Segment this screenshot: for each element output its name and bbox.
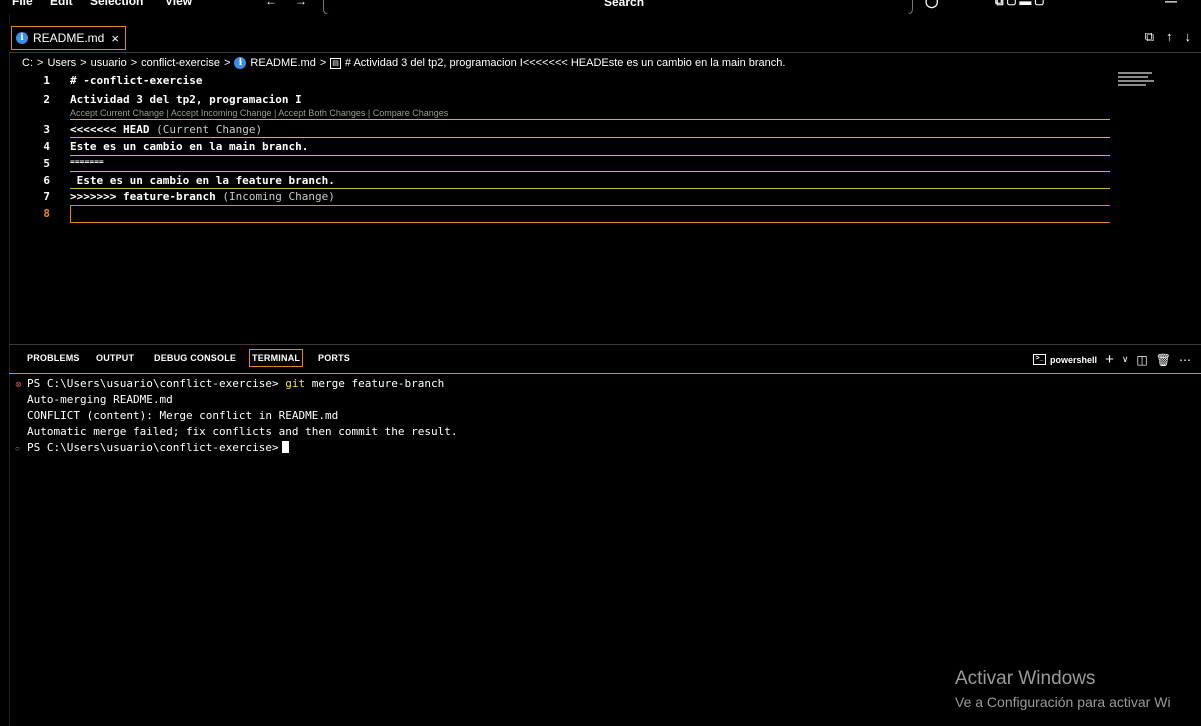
tab-terminal[interactable]: TERMINAL xyxy=(249,349,304,367)
conflict-label: (Incoming Change) xyxy=(215,190,335,203)
conflict-highlight xyxy=(70,119,1110,120)
watermark-subtitle: Ve a Configuración para activar Wi xyxy=(955,694,1171,710)
breadcrumb-folder[interactable]: conflict-exercise xyxy=(141,57,220,69)
terminal-selector[interactable]: >_ powershell xyxy=(1033,354,1097,365)
conflict-codelens[interactable]: Accept Current Change | Accept Incoming … xyxy=(70,108,448,118)
breadcrumb-users[interactable]: Users xyxy=(47,57,76,69)
editor-actions: ⧉ ↑ ↓ xyxy=(1145,29,1191,45)
current-line-border xyxy=(70,206,71,222)
terminal-cursor xyxy=(281,441,289,453)
line-number: 2 xyxy=(43,93,50,106)
code-line[interactable]: Este es un cambio en la feature branch. xyxy=(70,174,335,187)
breadcrumb-symbol[interactable]: # Actividad 3 del tp2, programacion I<<<… xyxy=(345,57,786,69)
layout-icon[interactable]: ⧉ ▢ ▬ ▢ xyxy=(995,0,1044,9)
terminal-line: PS C:\Users\usuario\conflict-exercise> g… xyxy=(27,377,444,390)
terminal-line: CONFLICT (content): Merge conflict in RE… xyxy=(27,409,339,422)
conflict-highlight xyxy=(70,137,1110,138)
line-number: 6 xyxy=(43,174,50,187)
symbol-icon: ▤ xyxy=(330,57,341,69)
code-line[interactable]: Este es un cambio en la main branch. xyxy=(70,140,308,153)
line-number: 4 xyxy=(43,140,50,153)
breadcrumb-drive[interactable]: C: xyxy=(22,57,33,69)
conflict-label: (Current Change) xyxy=(149,123,263,136)
menu-selection[interactable]: Selection xyxy=(90,0,143,8)
terminal-line: Automatic merge failed; fix conflicts an… xyxy=(27,425,458,438)
panel-actions: >_ powershell + ∨ ◫ 🗑 ⋯ xyxy=(1033,351,1191,368)
line-number: 5 xyxy=(43,157,50,170)
code-line[interactable]: Actividad 3 del tp2, programacion I xyxy=(70,93,302,106)
conflict-marker: <<<<<<< HEAD xyxy=(70,123,150,136)
terminal-line: PS C:\Users\usuario\conflict-exercise> xyxy=(27,441,289,454)
info-icon: i xyxy=(234,57,247,69)
minimize-icon[interactable]: — xyxy=(1165,0,1177,8)
code-line[interactable]: >>>>>>> feature-branch (Incoming Change) xyxy=(70,190,335,203)
breadcrumb: C: > Users > usuario > conflict-exercise… xyxy=(22,57,785,69)
menu-bar: File Edit Selection View ← → Search ◯ ⧉ … xyxy=(0,0,1201,14)
nav-back-icon[interactable]: ← xyxy=(265,0,277,8)
tab-output[interactable]: OUTPUT xyxy=(96,353,134,363)
chevron-right-icon: > xyxy=(130,57,138,69)
terminal-prompt: PS C:\Users\usuario\conflict-exercise> xyxy=(27,441,279,454)
copilot-icon[interactable]: ◯ xyxy=(925,0,938,8)
conflict-marker: >>>>>>> feature-branch xyxy=(70,190,216,203)
menu-edit[interactable]: Edit xyxy=(50,0,73,8)
conflict-highlight xyxy=(70,188,1110,189)
tab-label: README.md xyxy=(33,31,105,45)
chevron-down-icon[interactable]: ∨ xyxy=(1122,354,1129,365)
chevron-right-icon: > xyxy=(37,57,44,69)
line-number: 1 xyxy=(43,74,50,87)
terminal-icon: >_ xyxy=(1033,354,1047,365)
breadcrumb-usuario[interactable]: usuario xyxy=(91,57,127,69)
menu-view[interactable]: View xyxy=(165,0,192,8)
search-label: Search xyxy=(604,0,645,9)
windows-activation-watermark: Activar Windows Ve a Configuración para … xyxy=(955,668,1171,710)
add-terminal-icon[interactable]: + xyxy=(1105,351,1114,368)
command-search-box[interactable]: Search xyxy=(323,0,913,14)
split-terminal-icon[interactable]: ◫ xyxy=(1136,353,1147,367)
conflict-highlight xyxy=(70,171,1110,172)
chevron-right-icon: > xyxy=(223,57,231,69)
chevron-right-icon: > xyxy=(80,57,87,69)
open-changes-icon[interactable]: ⧉ xyxy=(1145,29,1154,45)
panel-header: PROBLEMS OUTPUT DEBUG CONSOLE TERMINAL P… xyxy=(9,345,1201,373)
code-line[interactable]: # -conflict-exercise xyxy=(70,74,202,87)
info-icon: i xyxy=(16,32,28,44)
watermark-title: Activar Windows xyxy=(955,668,1096,689)
breadcrumb-file[interactable]: README.md xyxy=(250,57,315,69)
tab-ports[interactable]: PORTS xyxy=(318,353,350,363)
menu-file[interactable]: File xyxy=(12,0,33,8)
tab-debug-console[interactable]: DEBUG CONSOLE xyxy=(154,353,236,363)
tab-problems[interactable]: PROBLEMS xyxy=(27,353,80,363)
error-circle-icon: ⊗ xyxy=(15,380,22,389)
nav-forward-icon[interactable]: → xyxy=(295,0,307,8)
code-line[interactable]: ======= xyxy=(70,157,104,166)
editor-tabs: i README.md × ⧉ ↑ ↓ xyxy=(9,24,1201,53)
arrow-down-icon[interactable]: ↓ xyxy=(1185,29,1192,45)
line-number-active: 8 xyxy=(43,207,50,220)
terminal-line: Auto-merging README.md xyxy=(27,393,173,406)
circle-icon: ○ xyxy=(15,444,20,453)
trash-icon[interactable]: 🗑 xyxy=(1156,353,1171,367)
conflict-highlight xyxy=(70,155,1110,156)
more-icon[interactable]: ⋯ xyxy=(1179,353,1191,367)
current-line-highlight xyxy=(70,222,1110,223)
terminal-border xyxy=(9,373,1201,374)
shell-name: powershell xyxy=(1050,354,1098,365)
line-number: 7 xyxy=(43,190,50,203)
terminal-prompt: PS C:\Users\usuario\conflict-exercise> xyxy=(27,377,286,390)
line-number: 3 xyxy=(43,123,50,136)
current-line-highlight xyxy=(70,205,1110,206)
arrow-up-icon[interactable]: ↑ xyxy=(1166,29,1173,45)
terminal-git: git xyxy=(285,377,306,390)
code-line[interactable]: <<<<<<< HEAD (Current Change) xyxy=(70,123,262,136)
close-icon[interactable]: × xyxy=(111,31,119,46)
tab-readme[interactable]: i README.md × xyxy=(11,26,126,50)
minimap[interactable] xyxy=(1118,72,1156,94)
terminal-command: merge feature-branch xyxy=(305,377,445,390)
chevron-right-icon: > xyxy=(319,57,327,69)
